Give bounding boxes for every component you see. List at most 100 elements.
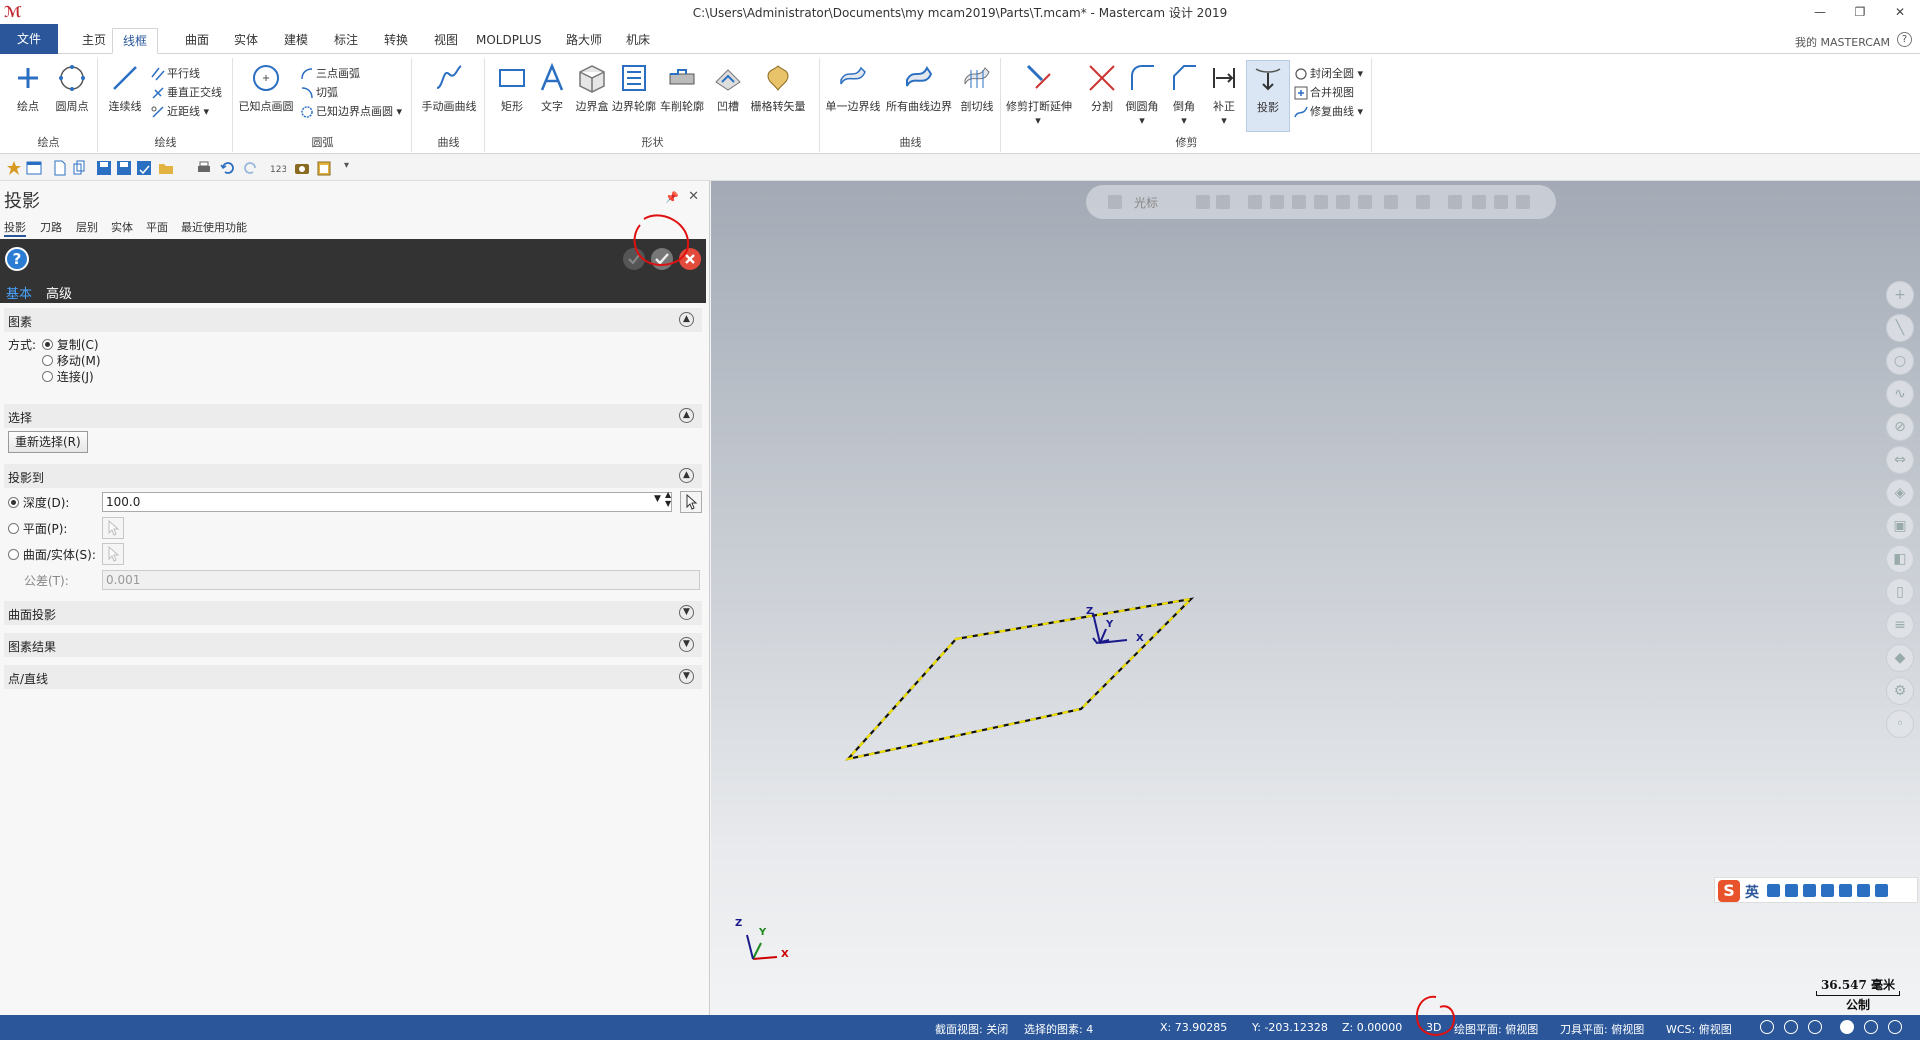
repair-curve-button[interactable]: 修复曲线 ▾ xyxy=(1292,102,1363,122)
help-question-icon[interactable]: ? xyxy=(5,247,29,271)
layers-icon[interactable]: ◆ xyxy=(1886,644,1914,672)
circle-point-button[interactable]: 圆周点 xyxy=(50,60,94,118)
solid-icon[interactable]: ▣ xyxy=(1886,512,1914,540)
divide-button[interactable]: 分割 xyxy=(1080,60,1124,118)
spline-tool-icon[interactable]: ∿ xyxy=(1886,380,1914,408)
expand-icon[interactable]: ▼ xyxy=(679,637,694,652)
panel-tab-planes[interactable]: 平面 xyxy=(146,219,168,235)
tab-view[interactable]: 视图 xyxy=(424,28,468,54)
section-project-to[interactable]: 投影到 ▲ xyxy=(4,464,702,488)
rectangle-button[interactable]: 矩形 xyxy=(490,60,534,118)
window-icon[interactable] xyxy=(26,160,42,176)
collapse-icon[interactable]: ▲ xyxy=(679,468,694,483)
print-icon[interactable] xyxy=(196,160,212,176)
globe-icon[interactable] xyxy=(1760,1020,1774,1034)
ime-language[interactable]: 英 xyxy=(1745,882,1759,902)
user-icon[interactable] xyxy=(1839,884,1852,897)
section-surface-projection[interactable]: 曲面投影 ▼ xyxy=(4,601,702,625)
projected-rectangle-outline[interactable] xyxy=(844,597,1195,761)
customize-qat-icon[interactable]: ▾ xyxy=(344,160,349,171)
circle-tool-icon[interactable]: ○ xyxy=(1886,347,1914,375)
clipboard-icon[interactable] xyxy=(316,160,332,176)
panel-close-icon[interactable]: ✕ xyxy=(688,189,699,204)
redo-icon[interactable] xyxy=(242,160,258,176)
tab-surface[interactable]: 曲面 xyxy=(175,28,219,54)
line-tool-icon[interactable]: ╲ xyxy=(1886,314,1914,342)
radio-join[interactable]: 连接(J) xyxy=(42,368,94,385)
sogou-logo-icon[interactable]: S xyxy=(1718,880,1740,902)
depth-input[interactable]: 100.0 xyxy=(102,492,672,512)
arc3-button[interactable]: 三点画弧 xyxy=(298,64,360,84)
wireframe-icon[interactable] xyxy=(1888,1020,1902,1034)
groove-button[interactable]: 凹槽 xyxy=(706,60,750,118)
offset-button[interactable]: 补正 ▾ xyxy=(1202,60,1246,127)
manual-spline-button[interactable]: 手动画曲线 xyxy=(419,60,479,118)
parallel-line-button[interactable]: 平行线 xyxy=(149,64,200,84)
zoom-in-icon[interactable]: + xyxy=(1886,281,1914,309)
panel-tab-toolpath[interactable]: 刀路 xyxy=(40,219,62,235)
subtab-advanced[interactable]: 高级 xyxy=(46,283,72,302)
tab-transform[interactable]: 转换 xyxy=(374,28,418,54)
spinner-icon[interactable]: ▲ ▼ xyxy=(665,490,671,508)
section-entities[interactable]: 图素 ▲ xyxy=(4,308,702,332)
keyboard-icon[interactable] xyxy=(1821,884,1834,897)
circle-center-button[interactable]: 已知点画圆 xyxy=(238,60,294,118)
moon-icon[interactable] xyxy=(1767,884,1780,897)
mic-icon[interactable] xyxy=(1803,884,1816,897)
punctuation-icon[interactable] xyxy=(1785,884,1798,897)
new-file-icon[interactable] xyxy=(52,160,68,176)
single-edge-button[interactable]: 单一边界线 xyxy=(825,60,881,118)
chamfer-button[interactable]: 倒角 ▾ xyxy=(1162,60,1206,127)
tab-file[interactable]: 文件 xyxy=(0,24,58,54)
panel-tab-levels[interactable]: 层别 xyxy=(76,219,98,235)
more-icon[interactable]: ◦ xyxy=(1886,710,1914,738)
section-point-line[interactable]: 点/直线 ▼ xyxy=(4,665,702,689)
slice-button[interactable]: 剖切线 xyxy=(955,60,999,118)
graphics-viewport[interactable]: 光标 Z Y X Z Y X + ╲ ○ ∿ ⊘ ⇔ ◈ ▣ ◧ ▯ ≡ ◆ ⚙… xyxy=(711,181,1920,1015)
star-icon[interactable] xyxy=(6,160,22,176)
text-button[interactable]: 文字 xyxy=(530,60,574,118)
endpoint-line-button[interactable]: 连续线 xyxy=(103,60,147,118)
pin-icon[interactable]: 📌 xyxy=(665,191,679,204)
save-some-icon[interactable] xyxy=(136,160,152,176)
section-view-status[interactable]: 截面视图: 关闭 xyxy=(935,1021,1008,1037)
minimize-button[interactable]: — xyxy=(1800,0,1840,24)
tab-moldplus[interactable]: MOLDPLUS xyxy=(466,28,551,54)
close-arc-button[interactable]: 封闭全圆 ▾ xyxy=(1292,64,1363,84)
all-edges-button[interactable]: 所有曲线边界 xyxy=(885,60,953,118)
sphere-icon[interactable] xyxy=(1864,1020,1878,1034)
undo-icon[interactable] xyxy=(220,160,236,176)
expand-icon[interactable]: ▼ xyxy=(679,605,694,620)
copy-icon[interactable] xyxy=(72,160,88,176)
radio-move[interactable]: 移动(M) xyxy=(42,352,101,369)
measure-icon[interactable]: ⇔ xyxy=(1886,446,1914,474)
help-icon[interactable]: ? xyxy=(1897,32,1912,47)
radio-plane[interactable]: 平面(P): xyxy=(8,520,67,537)
close-window-button[interactable]: ✕ xyxy=(1880,0,1920,24)
project-button[interactable]: 投影 xyxy=(1246,60,1290,132)
shading-icon[interactable] xyxy=(1840,1020,1854,1034)
wcs-status[interactable]: WCS: 俯视图 xyxy=(1666,1021,1732,1037)
save-icon[interactable] xyxy=(96,160,112,176)
turn-profile-button[interactable]: 车削轮廓 xyxy=(658,60,706,118)
tab-model[interactable]: 建模 xyxy=(274,28,318,54)
reselect-button[interactable]: 重新选择(R) xyxy=(8,431,88,453)
trim-break-extend-button[interactable]: 修剪打断延伸 ▾ xyxy=(1006,60,1072,127)
subtab-basic[interactable]: 基本 xyxy=(6,283,32,302)
save-as-icon[interactable] xyxy=(116,160,132,176)
dropdown-arrow-icon[interactable]: ▼ xyxy=(654,494,661,504)
tab-machine[interactable]: 机床 xyxy=(616,28,660,54)
tangent-arc-button[interactable]: 切弧 xyxy=(298,83,338,103)
perpendicular-line-button[interactable]: 垂直正交线 xyxy=(149,83,222,103)
maximize-button[interactable]: ❐ xyxy=(1840,0,1880,24)
join-view-button[interactable]: 合并视图 xyxy=(1292,83,1354,103)
skin-icon[interactable] xyxy=(1857,884,1870,897)
tab-road-master[interactable]: 路大师 xyxy=(556,28,612,54)
analyze-tool-icon[interactable]: ◈ xyxy=(1886,479,1914,507)
analyze-icon[interactable]: 123 xyxy=(270,160,286,176)
panel-tab-project[interactable]: 投影 xyxy=(4,219,26,237)
depth-select-button[interactable] xyxy=(680,491,702,513)
fillet-button[interactable]: 倒圆角 ▾ xyxy=(1120,60,1164,127)
closest-line-button[interactable]: 近距线 ▾ xyxy=(149,102,209,122)
panel-tab-solids[interactable]: 实体 xyxy=(111,219,133,235)
